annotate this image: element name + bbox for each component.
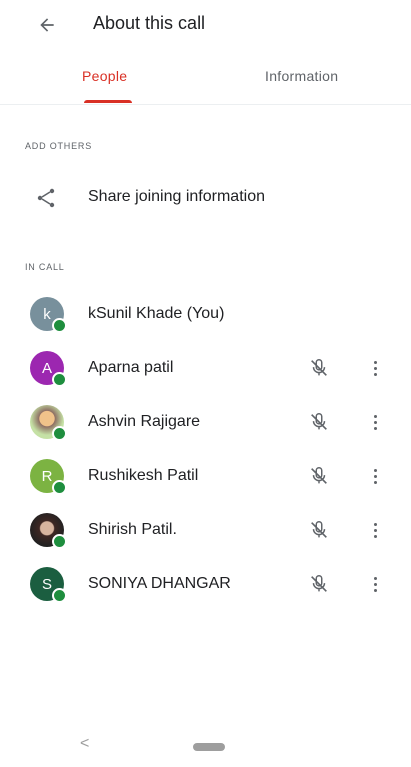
page-title: About this call bbox=[93, 13, 206, 33]
more-options-button[interactable] bbox=[366, 573, 384, 595]
presence-indicator bbox=[52, 588, 67, 603]
active-tab-indicator bbox=[84, 100, 132, 103]
participant-row[interactable]: S SONIYA DHANGAR bbox=[0, 560, 411, 610]
participant-row[interactable]: A Aparna patil bbox=[0, 344, 411, 394]
tab-information[interactable]: Information bbox=[265, 68, 338, 84]
mic-off-icon bbox=[311, 467, 327, 484]
participant-row[interactable]: k kSunil Khade (You) bbox=[0, 290, 411, 340]
system-nav-bar: < bbox=[0, 725, 411, 767]
section-label-add-others: ADD OTHERS bbox=[25, 141, 93, 151]
participant-name: kSunil Khade (You) bbox=[88, 305, 225, 322]
participant-name: Rushikesh Patil bbox=[88, 467, 199, 484]
participant-name: SONIYA DHANGAR bbox=[88, 575, 231, 592]
avatar: k bbox=[30, 297, 67, 333]
mic-off-icon bbox=[311, 359, 327, 376]
nav-back-button[interactable]: < bbox=[80, 735, 89, 753]
avatar: S bbox=[30, 567, 67, 603]
arrow-left-icon bbox=[40, 18, 54, 32]
mic-off-icon bbox=[311, 575, 327, 592]
participant-row[interactable]: R Rushikesh Patil bbox=[0, 452, 411, 502]
share-joining-info-row[interactable]: Share joining information bbox=[0, 176, 411, 220]
share-joining-info-label: Share joining information bbox=[88, 188, 265, 205]
back-button[interactable] bbox=[32, 10, 62, 40]
section-label-in-call: IN CALL bbox=[25, 262, 65, 272]
more-options-button[interactable] bbox=[366, 519, 384, 541]
tab-people[interactable]: People bbox=[82, 68, 127, 84]
presence-indicator bbox=[52, 480, 67, 495]
presence-indicator bbox=[52, 534, 67, 549]
participant-row[interactable]: Shirish Patil. bbox=[0, 506, 411, 556]
more-options-button[interactable] bbox=[366, 411, 384, 433]
mic-off-icon bbox=[311, 413, 327, 430]
avatar-letter: A bbox=[41, 359, 52, 377]
avatar: R bbox=[30, 459, 67, 495]
presence-indicator bbox=[52, 372, 67, 387]
mic-off-icon bbox=[311, 521, 327, 538]
participant-name: Aparna patil bbox=[88, 359, 174, 376]
avatar-letter: k bbox=[43, 305, 51, 323]
avatar-letter: R bbox=[41, 467, 53, 485]
participant-name: Shirish Patil. bbox=[88, 521, 177, 538]
more-options-button[interactable] bbox=[366, 357, 384, 379]
avatar: A bbox=[30, 351, 67, 387]
more-options-button[interactable] bbox=[366, 465, 384, 487]
tab-bar: People Information bbox=[0, 56, 411, 105]
avatar-photo bbox=[30, 405, 67, 441]
presence-indicator bbox=[52, 318, 67, 333]
avatar-photo bbox=[30, 513, 67, 549]
presence-indicator bbox=[52, 426, 67, 441]
nav-home-pill[interactable] bbox=[193, 743, 225, 751]
share-icon bbox=[37, 188, 55, 208]
top-app-bar: About this call bbox=[0, 0, 411, 50]
avatar-letter: S bbox=[41, 575, 52, 593]
participant-row[interactable]: Ashvin Rajigare bbox=[0, 398, 411, 448]
participant-name: Ashvin Rajigare bbox=[88, 413, 201, 430]
